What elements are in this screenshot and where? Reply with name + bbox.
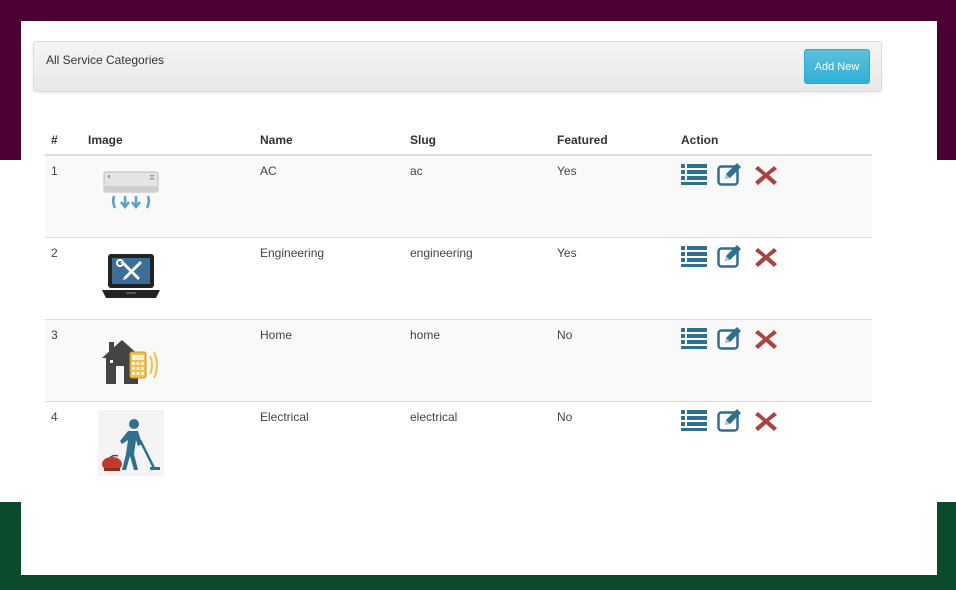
row-name: AC bbox=[254, 155, 404, 237]
row-number: 2 bbox=[45, 236, 82, 319]
row-number: 4 bbox=[45, 400, 82, 483]
table-header-row: # Image Name Slug Featured Action bbox=[45, 125, 872, 156]
row-featured: Yes bbox=[551, 236, 675, 319]
edit-icon[interactable] bbox=[717, 244, 743, 268]
air-conditioner-icon bbox=[103, 171, 159, 210]
panel-heading: All Service Categories Add New bbox=[33, 41, 882, 92]
row-actions bbox=[681, 162, 866, 186]
delete-icon[interactable] bbox=[753, 162, 779, 186]
row-name: Engineering bbox=[254, 236, 404, 319]
row-name: Home bbox=[254, 318, 404, 401]
row-slug: home bbox=[404, 318, 551, 401]
delete-icon[interactable] bbox=[753, 326, 779, 350]
table-row: 2 Engineering engineering Yes bbox=[45, 236, 872, 319]
table-row: 1 AC ac Yes bbox=[45, 155, 872, 237]
table-row: 3 Home home No bbox=[45, 318, 872, 401]
delete-icon[interactable] bbox=[753, 408, 779, 432]
list-icon[interactable] bbox=[681, 244, 707, 268]
header-slug: Slug bbox=[404, 125, 551, 156]
row-featured: No bbox=[551, 318, 675, 401]
row-featured: No bbox=[551, 400, 675, 483]
row-number: 1 bbox=[45, 155, 82, 237]
header-image: Image bbox=[82, 125, 254, 156]
row-featured: Yes bbox=[551, 155, 675, 237]
laptop-tools-icon bbox=[102, 253, 160, 298]
row-actions bbox=[681, 244, 866, 268]
row-actions bbox=[681, 326, 866, 350]
list-icon[interactable] bbox=[681, 326, 707, 350]
row-number: 3 bbox=[45, 318, 82, 401]
row-actions bbox=[681, 408, 866, 432]
header-action: Action bbox=[675, 125, 872, 156]
header-featured: Featured bbox=[551, 125, 675, 156]
header-number: # bbox=[45, 125, 82, 156]
categories-table: # Image Name Slug Featured Action 1 AC a… bbox=[45, 125, 872, 483]
row-slug: ac bbox=[404, 155, 551, 237]
smart-home-icon bbox=[102, 339, 158, 384]
list-icon[interactable] bbox=[681, 162, 707, 186]
header-name: Name bbox=[254, 125, 404, 156]
add-new-button[interactable]: Add New bbox=[804, 49, 870, 84]
list-icon[interactable] bbox=[681, 408, 707, 432]
edit-icon[interactable] bbox=[717, 408, 743, 432]
vacuum-cleaning-icon bbox=[98, 409, 164, 476]
edit-icon[interactable] bbox=[717, 162, 743, 186]
panel-title: All Service Categories bbox=[46, 53, 165, 67]
edit-icon[interactable] bbox=[717, 326, 743, 350]
delete-icon[interactable] bbox=[753, 244, 779, 268]
row-name: Electrical bbox=[254, 400, 404, 483]
row-slug: engineering bbox=[404, 236, 551, 319]
row-slug: electrical bbox=[404, 400, 551, 483]
table-row: 4 Electrical electrical No bbox=[45, 400, 872, 483]
